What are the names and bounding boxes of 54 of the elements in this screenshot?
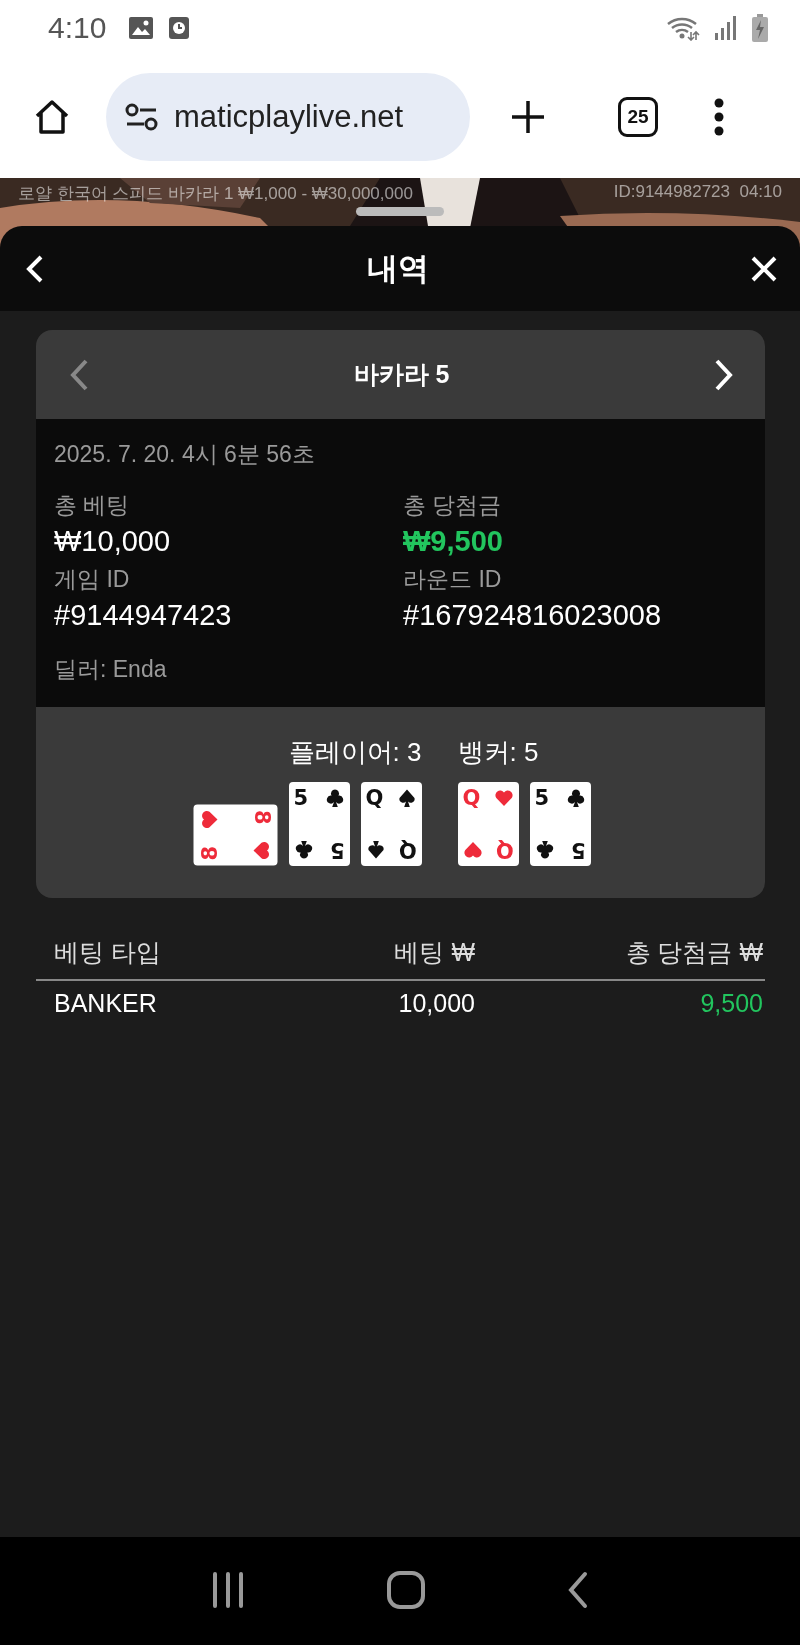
field-label: 게임 ID <box>54 565 131 594</box>
table-info: 로얄 한국어 스피드 바카라 1 ₩1,000 - ₩30,000,000 <box>18 183 413 204</box>
card-rank: Q <box>365 788 384 809</box>
tab-switcher-button[interactable]: 25 <box>618 96 658 137</box>
hand-score: 뱅커: 5 <box>457 736 540 769</box>
column-header: 총 당첨금 ₩ <box>624 937 764 968</box>
clock-icon <box>168 15 191 40</box>
sheet-title: 내역 <box>367 249 429 288</box>
heart-icon <box>462 840 483 860</box>
card-rank: 8 <box>250 809 271 825</box>
card-rank: 5 <box>570 839 586 860</box>
club-icon <box>565 788 586 808</box>
card-rank: Q <box>462 788 481 809</box>
field-value: #9144947423 <box>54 599 233 632</box>
spade-icon <box>396 788 417 808</box>
round-title: 바카라 5 <box>353 359 450 390</box>
spade-icon <box>365 840 386 860</box>
column-header: 베팅 타입 <box>53 937 162 968</box>
field-value: ₩9,500 <box>403 525 504 558</box>
dealer-name: 딜러: Enda <box>54 655 168 684</box>
field-value: ₩10,000 <box>54 525 172 558</box>
field-label: 총 베팅 <box>54 491 131 520</box>
heart-icon <box>493 788 514 808</box>
clock-time: 4:10 <box>48 10 107 45</box>
drag-handle[interactable] <box>356 207 444 216</box>
site-settings-icon[interactable] <box>124 101 160 132</box>
battery-icon <box>752 13 768 42</box>
stream-id-time: ID:9144982723 04:10 <box>613 182 782 203</box>
image-icon <box>128 15 155 40</box>
field-label: 라운드 ID <box>403 565 503 594</box>
card-rank: 5 <box>329 839 345 860</box>
heart-icon <box>251 840 271 861</box>
signal-icon <box>714 14 738 41</box>
card-rank: Q <box>495 839 514 860</box>
table-cell-text: 10,000 <box>397 988 475 1018</box>
field-label: 총 당첨금 <box>403 491 503 520</box>
card-rank: Q <box>398 839 417 860</box>
round-date: 2025. 7. 20. 4시 6분 56초 <box>54 440 316 469</box>
table-cell-text: BANKER <box>53 988 158 1018</box>
club-icon <box>324 788 345 808</box>
heart-icon <box>199 809 219 830</box>
column-header: 베팅 ₩ <box>393 937 475 968</box>
card-rank: 5 <box>534 788 550 809</box>
address-bar[interactable]: maticplaylive.net <box>106 72 470 161</box>
close-button[interactable] <box>750 254 778 283</box>
club-icon <box>534 840 555 860</box>
card-rank: 8 <box>199 845 220 861</box>
hand-score: 플레이어: 3 <box>288 736 422 769</box>
card-rank: 5 <box>293 788 309 809</box>
table-cell-text: 9,500 <box>699 988 764 1018</box>
next-round-button[interactable] <box>713 357 735 392</box>
club-icon <box>293 840 314 860</box>
menu-button[interactable] <box>713 96 725 137</box>
field-value: #167924816023008 <box>403 599 663 632</box>
